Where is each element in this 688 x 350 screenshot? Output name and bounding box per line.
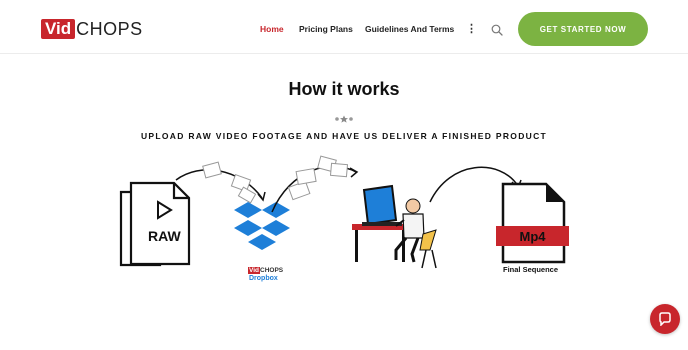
nav-pricing-plans[interactable]: Pricing Plans <box>299 24 353 34</box>
get-started-button[interactable]: GET STARTED NOW <box>518 12 648 46</box>
raw-file-icon <box>119 181 191 267</box>
nav-guidelines-and-terms[interactable]: Guidelines And Terms <box>365 24 454 34</box>
mp4-label: Mp4 <box>496 226 569 246</box>
dropbox-label: Dropbox <box>249 275 278 282</box>
stars-divider-icon <box>334 110 354 128</box>
final-sequence-label: Final Sequence <box>503 265 559 274</box>
dropbox-icon <box>234 202 290 250</box>
section-subtitle: UPLOAD RAW VIDEO FOOTAGE AND HAVE US DEL… <box>140 131 548 141</box>
more-vertical-icon[interactable]: ⋮ <box>466 22 477 35</box>
dropbox-brand-logo: VidCHOPS <box>248 267 283 274</box>
section-title: How it works <box>288 79 400 99</box>
search-icon[interactable] <box>491 23 503 41</box>
site-logo[interactable]: Vid CHOPS <box>41 18 143 40</box>
workflow-illustration <box>119 155 566 269</box>
chat-button[interactable] <box>650 304 680 334</box>
logo-chops-text: CHOPS <box>76 18 143 39</box>
chat-bubble-icon <box>659 312 671 326</box>
floating-files-left <box>202 161 257 204</box>
mp4-file-icon <box>501 182 566 264</box>
logo-vid-text: Vid <box>41 19 76 39</box>
dropbox-brand-vid: Vid <box>248 267 260 274</box>
dropbox-brand-chops: CHOPS <box>260 267 284 274</box>
editor-at-desk-icon <box>352 184 437 269</box>
nav-home[interactable]: Home <box>260 24 284 34</box>
site-header: Vid CHOPS Home Pricing Plans Guidelines … <box>0 0 688 54</box>
floating-files-right <box>287 155 349 201</box>
raw-label: RAW <box>148 228 181 244</box>
